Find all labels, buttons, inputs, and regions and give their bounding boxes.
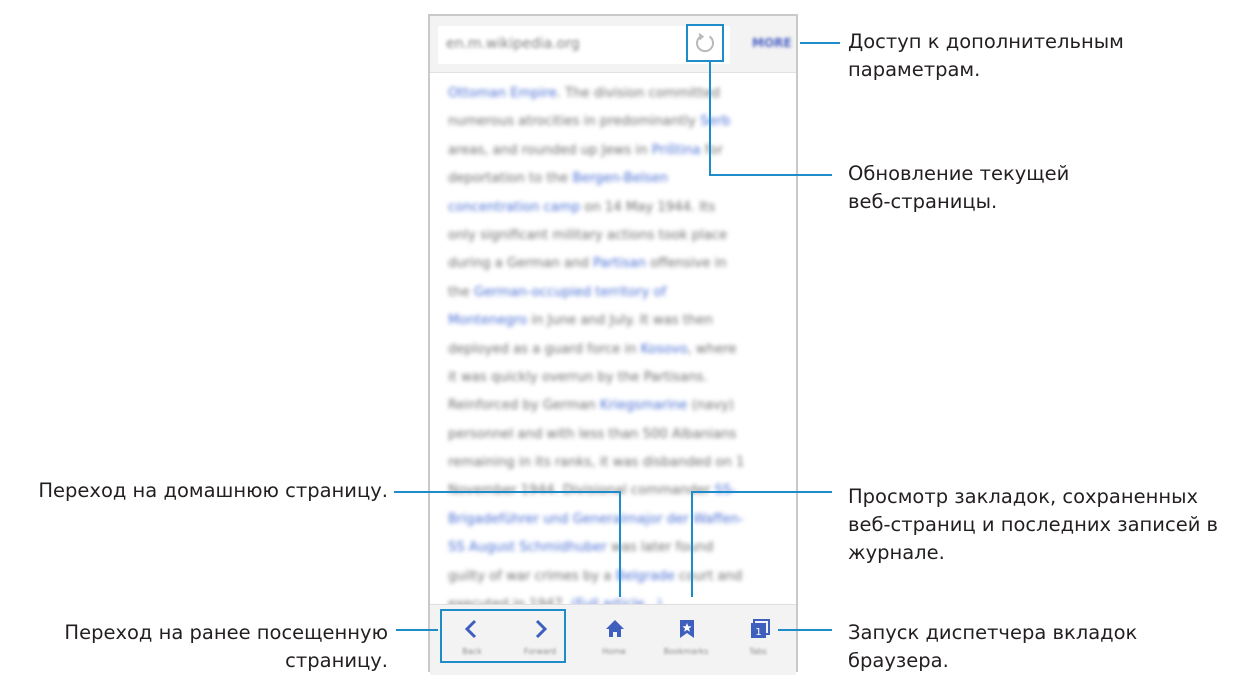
article-text: remaining in its ranks, it was disbanded… xyxy=(448,455,745,471)
article-line: the German-occupied territory of xyxy=(448,279,778,307)
article-line: deployed as a guard force in Kosovo, whe… xyxy=(448,336,778,364)
tabs-icon: 1 xyxy=(751,619,770,638)
article-link[interactable]: Kriegsmarine xyxy=(600,398,688,413)
article-line: areas, and rounded up Jews in Priština f… xyxy=(448,137,778,165)
article-text: it was quickly overrun by the Partisans. xyxy=(448,369,708,385)
article-line: guilty of war crimes by a Belgrade court… xyxy=(448,563,778,591)
article-text: personnel and with less than 500 Albania… xyxy=(448,426,737,442)
tabs-count: 1 xyxy=(755,627,761,638)
article-text: Reinforced by German xyxy=(448,398,600,414)
article-link[interactable]: German-occupied territory of xyxy=(474,285,666,300)
article-text: the xyxy=(448,284,474,300)
article-text: in June and July. It was then xyxy=(527,313,713,329)
article-text: numerous atrocities in predominantly xyxy=(448,114,701,130)
forward-label: Forward xyxy=(523,647,557,656)
article-text: for xyxy=(700,142,723,158)
article-text: deportation to the xyxy=(448,171,573,187)
article-line: during a German and Partisan offensive i… xyxy=(448,250,778,278)
bookmarks-callout-hline xyxy=(691,491,832,493)
article-link[interactable]: Partisan xyxy=(593,256,646,271)
bookmark-icon xyxy=(680,620,694,638)
article-text: offensive in xyxy=(646,256,727,272)
article-link[interactable]: Serb xyxy=(700,114,730,129)
article-text: court and xyxy=(674,568,743,584)
article-line: personnel and with less than 500 Albania… xyxy=(448,421,778,449)
refresh-callout-hline xyxy=(709,174,832,176)
article-link[interactable]: Montenegro xyxy=(448,313,527,328)
article-link[interactable]: Belgrade xyxy=(616,569,675,584)
article-line: remaining in its ranks, it was disbanded… xyxy=(448,449,778,477)
article-line: Reinforced by German Kriegsmarine (navy) xyxy=(448,392,778,420)
tabs-callout-text: Запуск диспетчера вкладок браузера. xyxy=(848,621,1138,672)
article-link[interactable]: Ottoman Empire xyxy=(448,86,557,101)
bookmarks-button[interactable]: Bookmarks xyxy=(656,611,716,661)
article-line: SS August Schmidhuber was later found xyxy=(448,534,778,562)
article-text: (navy) xyxy=(687,398,734,414)
article-line: it was quickly overrun by the Partisans. xyxy=(448,364,778,392)
article-line: Brigadeführer und Generalmajor der Waffe… xyxy=(448,506,778,534)
back-label: Back xyxy=(462,647,482,656)
article-text: areas, and rounded up Jews in xyxy=(448,142,652,158)
article-text: on 14 May 1944. Its xyxy=(580,199,716,215)
home-callout-vline xyxy=(619,491,621,597)
bookmarks-label: Bookmarks xyxy=(663,647,709,656)
refresh-button[interactable] xyxy=(686,24,724,62)
more-button[interactable]: MORE xyxy=(752,36,792,50)
article-link[interactable]: concentration camp xyxy=(448,200,580,215)
refresh-callout-text: Обновление текущей веб-страницы. xyxy=(848,162,1070,213)
article-text: deployed as a guard force in xyxy=(448,341,641,357)
article-text: during a German and xyxy=(448,256,594,272)
home-label: Home xyxy=(602,647,626,656)
more-callout-line xyxy=(800,42,840,44)
article-text: only significant military actions took p… xyxy=(448,227,728,243)
back-button[interactable]: Back xyxy=(442,611,502,661)
home-icon xyxy=(606,620,624,637)
tabs-callout-line xyxy=(778,629,832,631)
article-line: numerous atrocities in predominantly Ser… xyxy=(448,108,778,136)
back-forward-callout-line xyxy=(396,629,438,631)
article-text: , where xyxy=(687,341,737,357)
article-content: Ottoman Empire. The division committed nu… xyxy=(448,80,778,619)
tabs-button[interactable]: 1 Tabs xyxy=(728,611,788,661)
back-forward-callout-text: Переход на ранее посещенную страницу. xyxy=(64,621,388,672)
chevron-left-icon xyxy=(464,619,477,639)
article-line: deportation to the Bergen-Belsen xyxy=(448,165,778,193)
home-callout-hline xyxy=(394,491,620,493)
home-callout-text: Переход на домашнюю страницу. xyxy=(38,479,388,502)
chevron-right-icon xyxy=(535,619,548,639)
refresh-callout-vline xyxy=(709,61,711,175)
home-button[interactable]: Home xyxy=(584,611,644,661)
article-link[interactable]: Bergen-Belsen xyxy=(572,171,668,186)
article-link[interactable]: Brigadeführer und Generalmajor der Waffe… xyxy=(448,512,744,527)
tabs-label: Tabs xyxy=(749,647,767,656)
article-link[interactable]: Priština xyxy=(652,143,701,158)
article-text: . The division committed xyxy=(556,86,720,101)
article-line: only significant military actions took p… xyxy=(448,222,778,250)
article-line: concentration camp on 14 May 1944. Its xyxy=(448,194,778,222)
refresh-icon xyxy=(696,33,714,53)
article-text: guilty of war crimes by a xyxy=(448,568,616,584)
forward-button[interactable]: Forward xyxy=(510,611,570,661)
bottom-toolbar: Back Forward Home Bookmarks 1 Tabs xyxy=(430,604,796,675)
article-link[interactable]: Kosovo xyxy=(641,342,688,357)
browser-screen: en.m.wikipedia.org MORE Ottoman Empire. … xyxy=(428,14,798,675)
more-callout-text: Доступ к дополнительным параметрам. xyxy=(848,30,1124,81)
article-line: Montenegro in June and July. It was then xyxy=(448,307,778,335)
url-text: en.m.wikipedia.org xyxy=(446,36,580,52)
bookmarks-callout-text: Просмотр закладок, сохраненных веб-стран… xyxy=(848,485,1219,564)
article-line: Ottoman Empire. The division committed xyxy=(448,80,778,108)
article-link[interactable]: SS August Schmidhuber xyxy=(448,540,607,555)
bookmarks-callout-vline xyxy=(691,491,693,597)
article-text: was later found xyxy=(606,540,714,556)
address-bar: en.m.wikipedia.org MORE xyxy=(430,16,796,73)
